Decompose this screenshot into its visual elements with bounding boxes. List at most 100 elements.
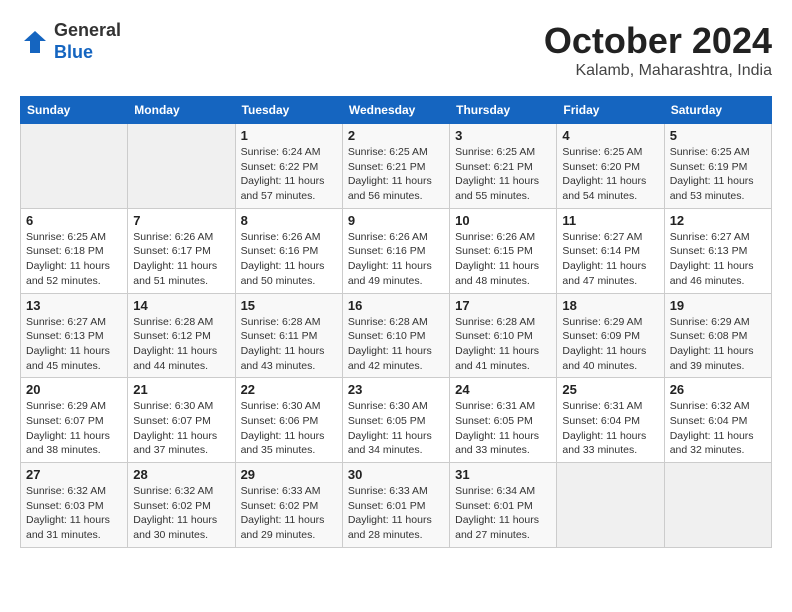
day-number: 8: [241, 213, 337, 228]
day-number: 22: [241, 382, 337, 397]
day-number: 11: [562, 213, 658, 228]
day-number: 23: [348, 382, 444, 397]
calendar-cell: 8 Sunrise: 6:26 AM Sunset: 6:16 PM Daylig…: [235, 208, 342, 293]
day-of-week-header: Monday: [128, 97, 235, 124]
calendar-cell: 19 Sunrise: 6:29 AM Sunset: 6:08 PM Dayli…: [664, 293, 771, 378]
day-number: 1: [241, 128, 337, 143]
calendar-week-row: 6Sunrise: 6:25 AM Sunset: 6:18 PM Daylig…: [21, 208, 772, 293]
day-info: Sunrise: 6:25 AM Sunset: 6:20 PM Dayligh…: [562, 145, 658, 204]
calendar-cell: 11 Sunrise: 6:27 AM Sunset: 6:14 PM Dayli…: [557, 208, 664, 293]
day-info: Sunrise: 6:29 AM Sunset: 6:09 PM Dayligh…: [562, 315, 658, 374]
calendar-cell: 16Sunrise: 6:28 AM Sunset: 6:10 PM Dayli…: [342, 293, 449, 378]
day-of-week-header: Wednesday: [342, 97, 449, 124]
day-number: 7: [133, 213, 229, 228]
calendar-week-row: 1Sunrise: 6:24 AM Sunset: 6:22 PM Daylig…: [21, 124, 772, 209]
logo-icon: [20, 27, 50, 57]
calendar-cell: 21 Sunrise: 6:30 AM Sunset: 6:07 PM Dayli…: [128, 378, 235, 463]
days-of-week-row: SundayMondayTuesdayWednesdayThursdayFrid…: [21, 97, 772, 124]
day-info: Sunrise: 6:31 AM Sunset: 6:05 PM Dayligh…: [455, 399, 551, 458]
day-number: 25: [562, 382, 658, 397]
calendar-cell: 20Sunrise: 6:29 AM Sunset: 6:07 PM Dayli…: [21, 378, 128, 463]
day-number: 15: [241, 298, 337, 313]
logo: General Blue: [20, 20, 121, 63]
day-info: Sunrise: 6:25 AM Sunset: 6:21 PM Dayligh…: [348, 145, 444, 204]
day-number: 16: [348, 298, 444, 313]
calendar-cell: 30 Sunrise: 6:33 AM Sunset: 6:01 PM Dayli…: [342, 463, 449, 548]
calendar-cell: 7 Sunrise: 6:26 AM Sunset: 6:17 PM Daylig…: [128, 208, 235, 293]
day-info: Sunrise: 6:30 AM Sunset: 6:06 PM Dayligh…: [241, 399, 337, 458]
location-text: Kalamb, Maharashtra, India: [544, 62, 772, 80]
calendar-cell: 27 Sunrise: 6:32 AM Sunset: 6:03 PM Dayli…: [21, 463, 128, 548]
calendar-week-row: 27 Sunrise: 6:32 AM Sunset: 6:03 PM Dayli…: [21, 463, 772, 548]
day-number: 5: [670, 128, 766, 143]
day-info: Sunrise: 6:26 AM Sunset: 6:15 PM Dayligh…: [455, 230, 551, 289]
day-info: Sunrise: 6:27 AM Sunset: 6:13 PM Dayligh…: [670, 230, 766, 289]
calendar-cell: 29Sunrise: 6:33 AM Sunset: 6:02 PM Dayli…: [235, 463, 342, 548]
calendar-cell: [557, 463, 664, 548]
day-number: 29: [241, 467, 337, 482]
day-number: 14: [133, 298, 229, 313]
day-number: 10: [455, 213, 551, 228]
calendar-cell: 5 Sunrise: 6:25 AM Sunset: 6:19 PM Daylig…: [664, 124, 771, 209]
day-number: 2: [348, 128, 444, 143]
calendar-cell: 3Sunrise: 6:25 AM Sunset: 6:21 PM Daylig…: [450, 124, 557, 209]
day-info: Sunrise: 6:25 AM Sunset: 6:19 PM Dayligh…: [670, 145, 766, 204]
calendar-cell: [128, 124, 235, 209]
day-number: 18: [562, 298, 658, 313]
day-number: 28: [133, 467, 229, 482]
day-number: 19: [670, 298, 766, 313]
day-info: Sunrise: 6:32 AM Sunset: 6:04 PM Dayligh…: [670, 399, 766, 458]
day-of-week-header: Sunday: [21, 97, 128, 124]
calendar-cell: [664, 463, 771, 548]
day-info: Sunrise: 6:27 AM Sunset: 6:13 PM Dayligh…: [26, 315, 122, 374]
calendar-cell: 1Sunrise: 6:24 AM Sunset: 6:22 PM Daylig…: [235, 124, 342, 209]
day-number: 24: [455, 382, 551, 397]
calendar-cell: 22 Sunrise: 6:30 AM Sunset: 6:06 PM Dayli…: [235, 378, 342, 463]
page-header: General Blue October 2024 Kalamb, Mahara…: [20, 20, 772, 80]
day-info: Sunrise: 6:28 AM Sunset: 6:10 PM Dayligh…: [455, 315, 551, 374]
calendar-cell: 15 Sunrise: 6:28 AM Sunset: 6:11 PM Dayli…: [235, 293, 342, 378]
day-info: Sunrise: 6:28 AM Sunset: 6:11 PM Dayligh…: [241, 315, 337, 374]
calendar-body: 1Sunrise: 6:24 AM Sunset: 6:22 PM Daylig…: [21, 124, 772, 548]
calendar-cell: 18 Sunrise: 6:29 AM Sunset: 6:09 PM Dayli…: [557, 293, 664, 378]
logo-general-text: General: [54, 20, 121, 40]
day-number: 3: [455, 128, 551, 143]
day-info: Sunrise: 6:26 AM Sunset: 6:16 PM Dayligh…: [348, 230, 444, 289]
calendar-cell: 28Sunrise: 6:32 AM Sunset: 6:02 PM Dayli…: [128, 463, 235, 548]
day-number: 26: [670, 382, 766, 397]
day-info: Sunrise: 6:26 AM Sunset: 6:17 PM Dayligh…: [133, 230, 229, 289]
day-number: 30: [348, 467, 444, 482]
day-of-week-header: Saturday: [664, 97, 771, 124]
day-info: Sunrise: 6:30 AM Sunset: 6:05 PM Dayligh…: [348, 399, 444, 458]
calendar-cell: 9Sunrise: 6:26 AM Sunset: 6:16 PM Daylig…: [342, 208, 449, 293]
day-info: Sunrise: 6:31 AM Sunset: 6:04 PM Dayligh…: [562, 399, 658, 458]
day-number: 31: [455, 467, 551, 482]
calendar-cell: 24 Sunrise: 6:31 AM Sunset: 6:05 PM Dayli…: [450, 378, 557, 463]
calendar-cell: 13 Sunrise: 6:27 AM Sunset: 6:13 PM Dayli…: [21, 293, 128, 378]
day-info: Sunrise: 6:32 AM Sunset: 6:03 PM Dayligh…: [26, 484, 122, 543]
day-number: 27: [26, 467, 122, 482]
day-number: 21: [133, 382, 229, 397]
calendar-week-row: 13 Sunrise: 6:27 AM Sunset: 6:13 PM Dayli…: [21, 293, 772, 378]
calendar-week-row: 20Sunrise: 6:29 AM Sunset: 6:07 PM Dayli…: [21, 378, 772, 463]
day-info: Sunrise: 6:26 AM Sunset: 6:16 PM Dayligh…: [241, 230, 337, 289]
day-number: 12: [670, 213, 766, 228]
day-info: Sunrise: 6:30 AM Sunset: 6:07 PM Dayligh…: [133, 399, 229, 458]
day-number: 20: [26, 382, 122, 397]
calendar-cell: 10 Sunrise: 6:26 AM Sunset: 6:15 PM Dayli…: [450, 208, 557, 293]
day-info: Sunrise: 6:33 AM Sunset: 6:01 PM Dayligh…: [348, 484, 444, 543]
day-of-week-header: Thursday: [450, 97, 557, 124]
day-info: Sunrise: 6:28 AM Sunset: 6:12 PM Dayligh…: [133, 315, 229, 374]
day-info: Sunrise: 6:29 AM Sunset: 6:08 PM Dayligh…: [670, 315, 766, 374]
day-number: 4: [562, 128, 658, 143]
day-of-week-header: Tuesday: [235, 97, 342, 124]
calendar-cell: 23 Sunrise: 6:30 AM Sunset: 6:05 PM Dayli…: [342, 378, 449, 463]
calendar-cell: 6Sunrise: 6:25 AM Sunset: 6:18 PM Daylig…: [21, 208, 128, 293]
day-number: 13: [26, 298, 122, 313]
title-block: October 2024 Kalamb, Maharashtra, India: [544, 20, 772, 80]
day-info: Sunrise: 6:34 AM Sunset: 6:01 PM Dayligh…: [455, 484, 551, 543]
day-info: Sunrise: 6:27 AM Sunset: 6:14 PM Dayligh…: [562, 230, 658, 289]
calendar-cell: 12 Sunrise: 6:27 AM Sunset: 6:13 PM Dayli…: [664, 208, 771, 293]
calendar-cell: 14 Sunrise: 6:28 AM Sunset: 6:12 PM Dayli…: [128, 293, 235, 378]
calendar-cell: 4 Sunrise: 6:25 AM Sunset: 6:20 PM Daylig…: [557, 124, 664, 209]
